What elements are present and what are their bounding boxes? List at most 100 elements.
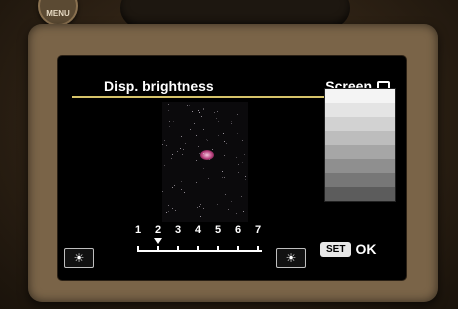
star-dot	[190, 129, 191, 130]
star-dot	[208, 178, 209, 179]
star-dot	[238, 164, 239, 165]
scale-number: 6	[234, 224, 242, 236]
star-dot	[203, 208, 204, 209]
star-dot	[245, 176, 246, 177]
star-dot	[218, 135, 219, 136]
star-dot	[185, 143, 186, 144]
star-dot	[238, 172, 239, 173]
scale-number: 7	[254, 224, 262, 236]
star-dot	[181, 189, 182, 190]
gray-step	[325, 173, 395, 187]
star-dot	[187, 105, 188, 106]
star-dot	[198, 146, 199, 147]
star-dot	[242, 140, 243, 141]
star-dot	[171, 158, 172, 159]
star-dot	[162, 144, 163, 145]
star-dot	[216, 118, 217, 119]
scale-number: 4	[194, 224, 202, 236]
star-dot	[209, 159, 210, 160]
star-dot	[168, 104, 169, 105]
gray-step	[325, 89, 395, 103]
star-dot	[224, 155, 225, 156]
brightness-scale[interactable]: 1234567	[134, 224, 266, 254]
set-ok-button[interactable]: SET OK	[320, 240, 376, 258]
star-dot	[192, 111, 193, 112]
star-dot	[169, 126, 170, 127]
gray-step	[325, 187, 395, 201]
star-dot	[196, 182, 197, 183]
star-dot	[172, 187, 173, 188]
gray-step	[325, 159, 395, 173]
star-dot	[168, 211, 169, 212]
star-dot	[218, 121, 219, 122]
star-dot	[243, 211, 244, 212]
star-dot	[199, 206, 200, 207]
star-dot	[203, 153, 204, 154]
star-dot	[214, 112, 215, 113]
scale-tick	[257, 246, 259, 252]
star-dot	[166, 145, 167, 146]
star-dot	[168, 205, 169, 206]
star-dot	[177, 151, 178, 152]
star-dot	[164, 140, 165, 141]
gray-step	[325, 131, 395, 145]
star-dot	[231, 123, 232, 124]
gray-step	[325, 145, 395, 159]
camera-body: MENU Disp. brightness Screen ☀ 1234567 ☀…	[0, 0, 458, 309]
star-dot	[236, 213, 237, 214]
star-dot	[237, 114, 238, 115]
star-dot	[181, 136, 182, 137]
nebula-image	[200, 150, 214, 160]
star-dot	[200, 204, 201, 205]
star-dot	[196, 135, 197, 136]
star-dot	[199, 112, 200, 113]
scale-marker	[154, 238, 162, 244]
scale-tick	[157, 246, 159, 252]
ok-label: OK	[355, 241, 377, 257]
star-dot	[173, 121, 174, 122]
star-dot	[200, 216, 201, 217]
star-dot	[228, 209, 229, 210]
gray-step	[325, 117, 395, 131]
gray-step	[325, 103, 395, 117]
scale-tick	[177, 246, 179, 252]
scale-number: 5	[214, 224, 222, 236]
star-dot	[241, 196, 242, 197]
scale-number: 2	[154, 224, 162, 236]
lcd-screen: Disp. brightness Screen ☀ 1234567 ☀ SET …	[58, 56, 406, 280]
set-badge: SET	[320, 241, 352, 257]
star-dot	[237, 133, 238, 134]
star-dot	[245, 179, 246, 180]
star-dot	[217, 111, 218, 112]
scale-tick	[217, 246, 219, 252]
star-dot	[244, 154, 245, 155]
star-dot	[224, 141, 225, 142]
scale-tick	[237, 246, 239, 252]
star-dot	[206, 139, 207, 140]
star-dot	[242, 162, 243, 163]
star-dot	[203, 168, 204, 169]
star-dot	[166, 212, 167, 213]
star-dot	[236, 157, 237, 158]
star-dot	[182, 154, 183, 155]
star-dot	[168, 110, 169, 111]
star-dot	[164, 165, 165, 166]
star-dot	[201, 116, 202, 117]
star-dot	[231, 201, 232, 202]
star-dot	[184, 192, 185, 193]
sun-bright-icon[interactable]: ☀	[276, 248, 306, 268]
gray-scale-chart	[324, 88, 396, 202]
scale-number: 1	[134, 224, 142, 236]
star-dot	[175, 210, 176, 211]
star-dot	[172, 154, 173, 155]
sun-dim-icon[interactable]: ☀	[64, 248, 94, 268]
scale-number: 3	[174, 224, 182, 236]
menu-button[interactable]: MENU	[38, 0, 78, 26]
star-dot	[194, 123, 195, 124]
star-dot	[225, 194, 226, 195]
star-dot	[203, 109, 204, 110]
star-dot	[212, 149, 213, 150]
star-dot	[162, 191, 163, 192]
star-dot	[222, 177, 223, 178]
scale-tick	[137, 246, 139, 252]
